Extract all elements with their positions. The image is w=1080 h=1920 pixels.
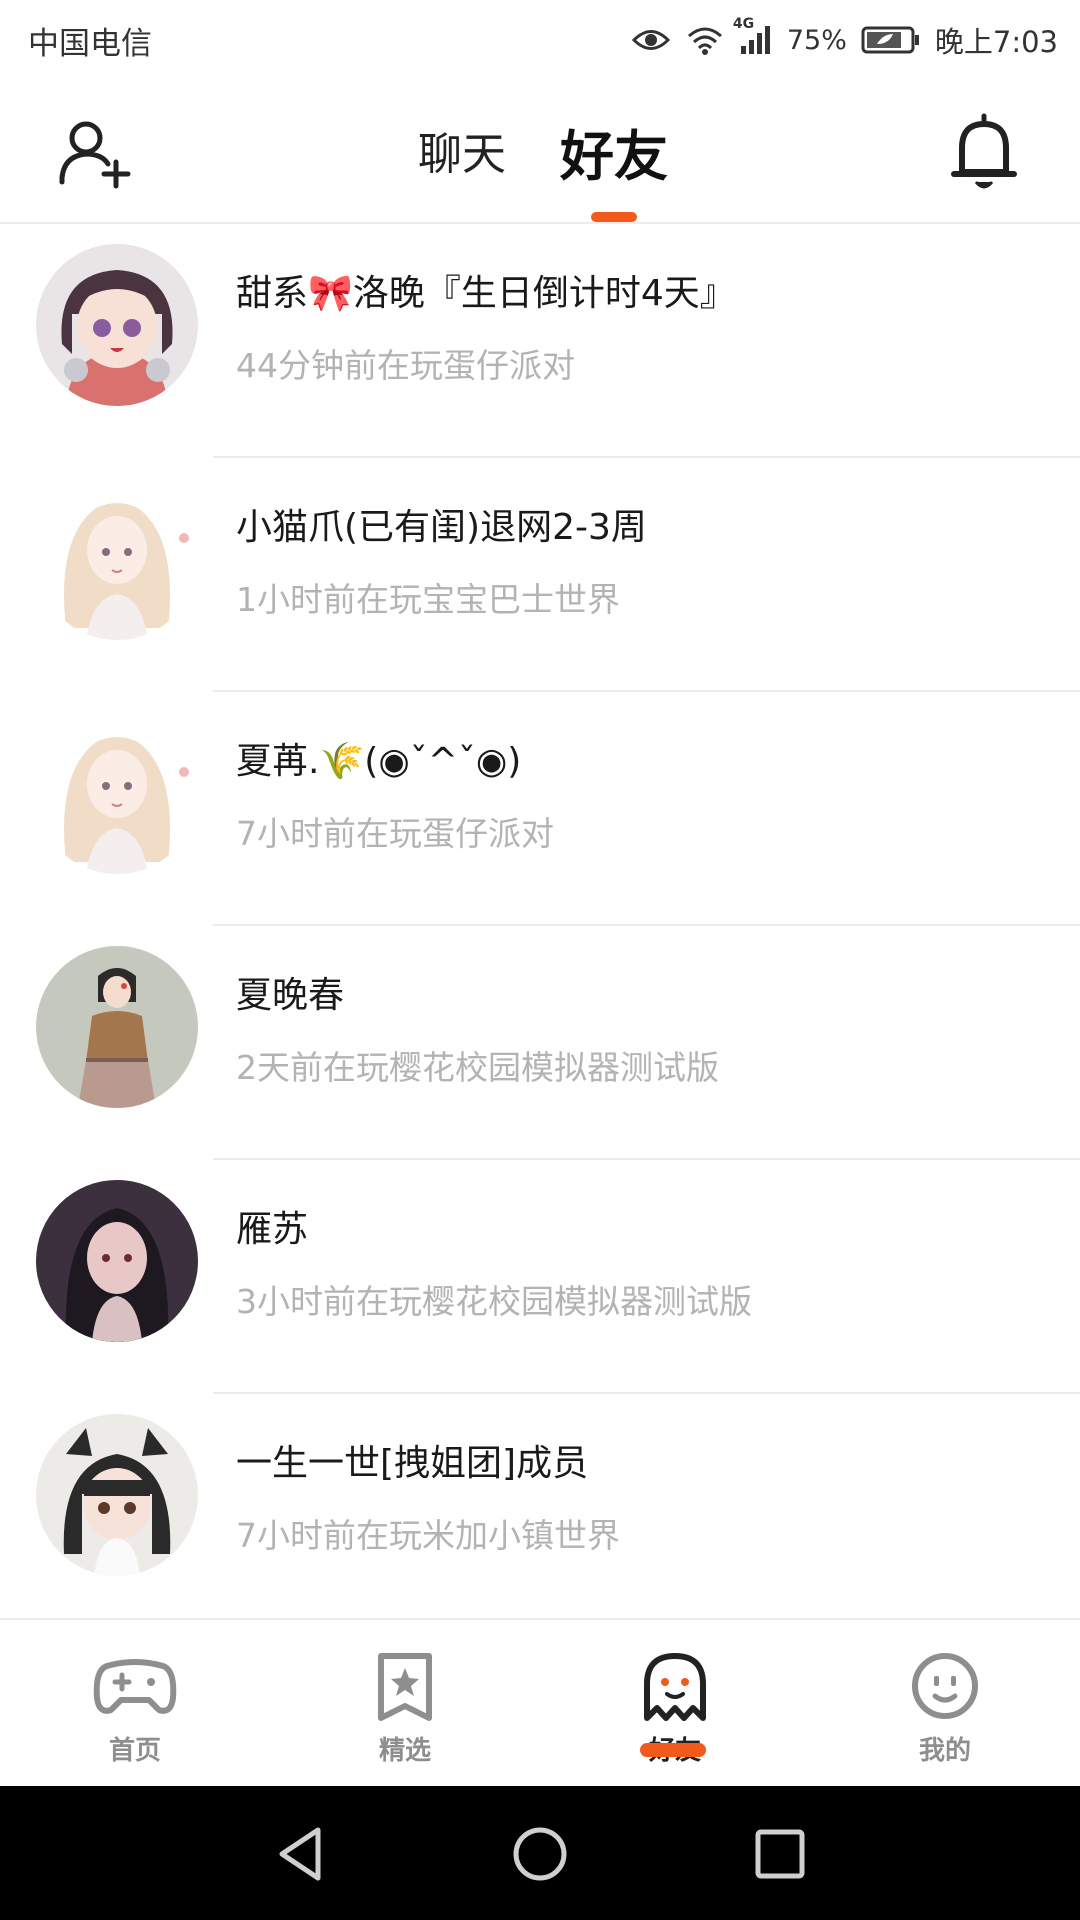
friend-activity: 7小时前在玩米加小镇世界 — [236, 1516, 620, 1555]
friend-activity: 2天前在玩樱花校园模拟器测试版 — [236, 1048, 719, 1087]
ghost-icon — [633, 1648, 717, 1724]
back-icon[interactable] — [270, 1824, 330, 1884]
nav-home[interactable]: 首页 — [0, 1620, 270, 1788]
nav-label: 首页 — [108, 1736, 161, 1766]
friend-name: 雁苏 — [236, 1209, 309, 1250]
friend-name: 小猫爪(已有闺)退网2-3周 — [236, 507, 647, 548]
active-nav-indicator — [640, 1743, 706, 1757]
friend-activity: 1小时前在玩宝宝巴士世界 — [236, 580, 620, 619]
avatar[interactable] — [36, 712, 198, 874]
tab-chat[interactable]: 聊天 — [418, 118, 506, 182]
system-nav-bar — [0, 1786, 1080, 1920]
gamepad-icon — [93, 1648, 177, 1724]
top-header: 聊天 好友 — [0, 80, 1080, 224]
friend-name: 甜系🎀洛晚『生日倒计时4天』 — [236, 273, 736, 314]
friend-activity: 7小时前在玩蛋仔派对 — [236, 814, 554, 853]
wifi-icon — [685, 24, 725, 56]
nav-featured[interactable]: 精选 — [270, 1620, 540, 1788]
friend-name: 夏晚春 — [236, 975, 345, 1016]
friend-row[interactable]: 雁苏 3小时前在玩樱花校园模拟器测试版 — [0, 1160, 1080, 1394]
friend-list: 甜系🎀洛晚『生日倒计时4天』 44分钟前在玩蛋仔派对 小猫爪(已有闺)退网2-3… — [0, 224, 1080, 1628]
eye-icon — [631, 25, 671, 55]
friend-row[interactable]: 一生一世[拽姐团]成员 7小时前在玩米加小镇世界 — [0, 1394, 1080, 1628]
nav-label: 我的 — [918, 1736, 971, 1766]
signal-icon: 4G — [733, 16, 773, 56]
friend-name: 夏苒.🌾(◉ˇ^ˇ◉) — [236, 741, 522, 782]
battery-percent: 75% — [786, 24, 847, 56]
avatar[interactable] — [36, 946, 198, 1108]
battery-icon — [861, 25, 921, 55]
nav-mine[interactable]: 我的 — [810, 1620, 1080, 1788]
friend-row[interactable]: 甜系🎀洛晚『生日倒计时4天』 44分钟前在玩蛋仔派对 — [0, 224, 1080, 458]
bell-icon[interactable] — [948, 110, 1020, 194]
tab-bar: 聊天 好友 — [0, 80, 1080, 222]
star-bookmark-icon — [363, 1648, 447, 1724]
status-bar: 中国电信 4G 75% 晚上7:03 — [0, 0, 1080, 80]
nav-friends[interactable]: 好友 — [540, 1620, 810, 1788]
network-type: 4G — [732, 16, 755, 32]
friend-row[interactable]: 小猫爪(已有闺)退网2-3周 1小时前在玩宝宝巴士世界 — [0, 458, 1080, 692]
bottom-nav: 首页 精选 好友 我的 — [0, 1618, 1080, 1788]
smiley-icon — [903, 1648, 987, 1724]
friend-activity: 44分钟前在玩蛋仔派对 — [236, 346, 575, 385]
nav-label: 精选 — [378, 1736, 431, 1766]
friend-row[interactable]: 夏晚春 2天前在玩樱花校园模拟器测试版 — [0, 926, 1080, 1160]
friend-row[interactable]: 夏苒.🌾(◉ˇ^ˇ◉) 7小时前在玩蛋仔派对 — [0, 692, 1080, 926]
home-icon[interactable] — [510, 1824, 570, 1884]
recents-icon[interactable] — [750, 1824, 810, 1884]
friend-activity: 3小时前在玩樱花校园模拟器测试版 — [236, 1282, 752, 1321]
status-icons: 4G 75% 晚上7:03 — [631, 14, 1058, 66]
tab-friends[interactable]: 好友 — [560, 112, 668, 191]
avatar[interactable] — [36, 1414, 198, 1576]
friend-name: 一生一世[拽姐团]成员 — [236, 1443, 589, 1484]
avatar[interactable] — [36, 478, 198, 640]
clock: 晚上7:03 — [934, 25, 1058, 59]
avatar[interactable] — [36, 1180, 198, 1342]
active-tab-indicator — [591, 212, 637, 222]
carrier-name: 中国电信 — [28, 26, 152, 62]
avatar[interactable] — [36, 244, 198, 406]
